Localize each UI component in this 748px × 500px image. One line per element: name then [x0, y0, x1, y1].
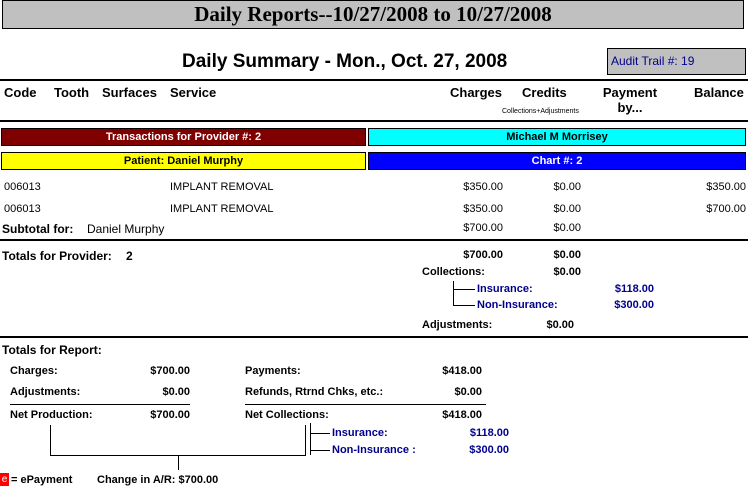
table-row-balance: $350.00	[706, 181, 746, 193]
column-header-credits-sub: Collections+Adjustments	[502, 108, 579, 115]
page-title: Daily Summary - Mon., Oct. 27, 2008	[182, 51, 508, 72]
subtotal-label: Subtotal for:	[2, 222, 74, 236]
provider-totals-number: 2	[126, 249, 133, 263]
subtotal-charges: $700.00	[463, 222, 503, 234]
report-totals-label: Totals for Report:	[2, 343, 102, 357]
adjustments-value: $0.00	[546, 319, 574, 331]
provider-name-bar: Michael M Morrisey	[368, 128, 746, 146]
table-row-code: 006013	[4, 203, 41, 215]
report-refunds-label: Refunds, Rtrnd Chks, etc.:	[245, 386, 384, 398]
table-row-service: IMPLANT REMOVAL	[170, 203, 274, 215]
ar-connector-stem	[178, 455, 179, 470]
ar-connector-right	[305, 425, 306, 455]
collections-value: $0.00	[553, 266, 581, 278]
report-charges-label: Charges:	[10, 365, 58, 377]
report-non-insurance-value: $300.00	[469, 444, 509, 456]
patient-bar: Patient: Daniel Murphy	[1, 152, 366, 170]
table-row-credits: $0.00	[553, 181, 581, 193]
table-row-code: 006013	[4, 181, 41, 193]
collections-bracket-noninsurance	[453, 305, 475, 306]
provider-totals-charges: $700.00	[463, 249, 503, 261]
subtotal-patient-name: Daniel Murphy	[87, 222, 165, 236]
adjustments-label: Adjustments:	[422, 319, 493, 331]
provider-bar: Transactions for Provider #: 2	[1, 128, 366, 146]
report-adjustments-value: $0.00	[162, 386, 190, 398]
report-adjustments-label: Adjustments:	[10, 386, 81, 398]
column-header-code: Code	[4, 85, 37, 100]
report-insurance-value: $118.00	[469, 427, 509, 439]
report-payments-value: $418.00	[442, 365, 482, 377]
provider-totals-label: Totals for Provider:	[2, 249, 112, 263]
report-bracket-insurance	[310, 433, 330, 434]
change-in-ar: Change in A/R: $700.00	[97, 474, 219, 486]
net-collections-value: $418.00	[442, 409, 482, 421]
provider-non-insurance-value: $300.00	[614, 299, 654, 311]
column-header-surfaces: Surfaces	[102, 85, 157, 100]
provider-insurance-value: $118.00	[614, 283, 654, 295]
table-row-charges: $350.00	[463, 181, 503, 193]
subtotal-rule	[0, 239, 748, 241]
header-bottom-rule	[0, 120, 748, 122]
net-production-label: Net Production:	[10, 409, 93, 421]
table-row-balance: $700.00	[706, 203, 746, 215]
report-non-insurance-label: Non-Insurance :	[332, 444, 416, 456]
epayment-legend: = ePayment	[11, 474, 73, 486]
column-header-service: Service	[170, 85, 217, 100]
net-collections-label: Net Collections:	[245, 409, 329, 421]
column-header-payment-by: Payment by...	[602, 85, 658, 115]
audit-trail-badge: Audit Trail #: 19	[607, 48, 746, 75]
table-row-service: IMPLANT REMOVAL	[170, 181, 274, 193]
epayment-icon: e	[0, 473, 9, 486]
column-header-charges: Charges	[450, 85, 503, 100]
net-production-value: $700.00	[150, 409, 190, 421]
report-insurance-label: Insurance:	[332, 427, 388, 439]
table-row-charges: $350.00	[463, 203, 503, 215]
provider-totals-credits: $0.00	[553, 249, 581, 261]
net-collections-rule	[245, 404, 486, 405]
subtotal-credits: $0.00	[553, 222, 581, 234]
report-bracket-noninsurance	[310, 450, 330, 451]
provider-insurance-label: Insurance:	[477, 283, 533, 295]
chart-bar: Chart #: 2	[368, 152, 746, 170]
report-payments-label: Payments:	[245, 365, 301, 377]
table-row-credits: $0.00	[553, 203, 581, 215]
header-top-rule	[0, 79, 748, 81]
report-charges-value: $700.00	[150, 365, 190, 377]
provider-non-insurance-label: Non-Insurance:	[477, 299, 558, 311]
column-header-credits: Credits	[522, 85, 567, 100]
column-header-balance: Balance	[694, 85, 744, 100]
collections-bracket	[453, 281, 454, 305]
report-refunds-value: $0.00	[454, 386, 482, 398]
provider-totals-rule	[0, 336, 748, 338]
collections-bracket-insurance	[453, 289, 475, 290]
column-header-tooth: Tooth	[54, 85, 90, 100]
collections-label: Collections:	[422, 266, 485, 278]
ar-connector-left	[50, 425, 51, 455]
net-production-rule	[10, 404, 190, 405]
window-title: Daily Reports--10/27/2008 to 10/27/2008	[2, 0, 744, 29]
